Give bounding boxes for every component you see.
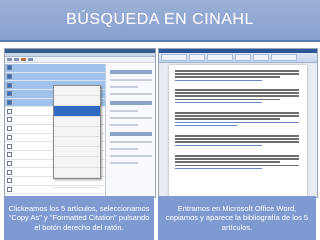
slide-title: BÚSQUEDA EN CINAHL <box>0 0 320 42</box>
word-ribbon <box>159 53 317 63</box>
bibliography-entry <box>175 70 299 83</box>
cinahl-screenshot <box>4 48 156 198</box>
ribbon-group[interactable] <box>253 54 269 61</box>
context-menu-item[interactable] <box>54 178 100 188</box>
filter-option[interactable] <box>110 162 138 164</box>
filter-heading <box>110 101 152 105</box>
document-page[interactable] <box>169 65 307 197</box>
filter-option[interactable] <box>110 93 152 95</box>
context-menu-item[interactable] <box>54 127 100 137</box>
row-checkbox[interactable] <box>7 134 12 140</box>
filter-option[interactable] <box>110 148 138 150</box>
context-menu-item[interactable] <box>54 106 100 117</box>
row-checkbox[interactable] <box>7 143 12 149</box>
toolbar-button[interactable] <box>14 58 19 61</box>
row-checkbox[interactable] <box>7 108 12 114</box>
filter-heading <box>110 70 152 74</box>
row-checkbox[interactable] <box>7 117 12 123</box>
filter-option[interactable] <box>110 110 138 112</box>
filter-option[interactable] <box>110 155 152 157</box>
toolbar-button[interactable] <box>28 58 33 61</box>
row-checkbox[interactable] <box>7 178 12 184</box>
filter-pane <box>105 64 155 197</box>
bibliography-entry <box>175 135 299 148</box>
ribbon-group[interactable] <box>271 54 297 61</box>
filter-option[interactable] <box>110 117 152 119</box>
context-menu <box>53 85 101 188</box>
row-checkbox[interactable] <box>7 126 12 132</box>
filter-option[interactable] <box>110 124 138 126</box>
ribbon-group[interactable] <box>161 54 187 61</box>
row-checkbox[interactable] <box>7 160 12 166</box>
ribbon-group[interactable] <box>189 54 205 61</box>
filter-option[interactable] <box>110 79 152 81</box>
ribbon-group[interactable] <box>207 54 233 61</box>
context-menu-item[interactable] <box>54 137 100 148</box>
caption-right: Entramos en Microsoft Office Word, copia… <box>158 196 316 240</box>
context-menu-item[interactable] <box>54 117 100 127</box>
row-checkbox[interactable] <box>7 74 12 80</box>
caption-left: Clickeamos los 5 artículos, seleccionamo… <box>4 196 154 240</box>
row-checkbox[interactable] <box>7 100 12 106</box>
context-menu-item[interactable] <box>54 157 100 168</box>
row-checkbox[interactable] <box>7 91 12 97</box>
row-checkbox[interactable] <box>7 169 12 175</box>
filter-option[interactable] <box>110 141 152 143</box>
bibliography-entry <box>175 89 299 105</box>
filter-option[interactable] <box>110 86 138 88</box>
document-area <box>159 63 317 197</box>
row-checkbox[interactable] <box>7 82 12 88</box>
filter-heading <box>110 132 152 136</box>
bibliography-entry <box>175 112 299 128</box>
ribbon-group[interactable] <box>235 54 251 61</box>
row-checkbox[interactable] <box>7 65 12 71</box>
context-menu-item[interactable] <box>54 86 100 97</box>
context-menu-item[interactable] <box>54 168 100 178</box>
toolbar-button[interactable] <box>21 58 26 61</box>
bibliography-entry <box>175 155 299 171</box>
context-menu-item[interactable] <box>54 147 100 158</box>
word-screenshot <box>158 48 318 198</box>
row-checkbox[interactable] <box>7 152 12 158</box>
toolbar-button[interactable] <box>7 58 12 61</box>
toolbar <box>5 57 155 63</box>
row-checkbox[interactable] <box>7 186 12 192</box>
context-menu-item[interactable] <box>54 96 100 107</box>
